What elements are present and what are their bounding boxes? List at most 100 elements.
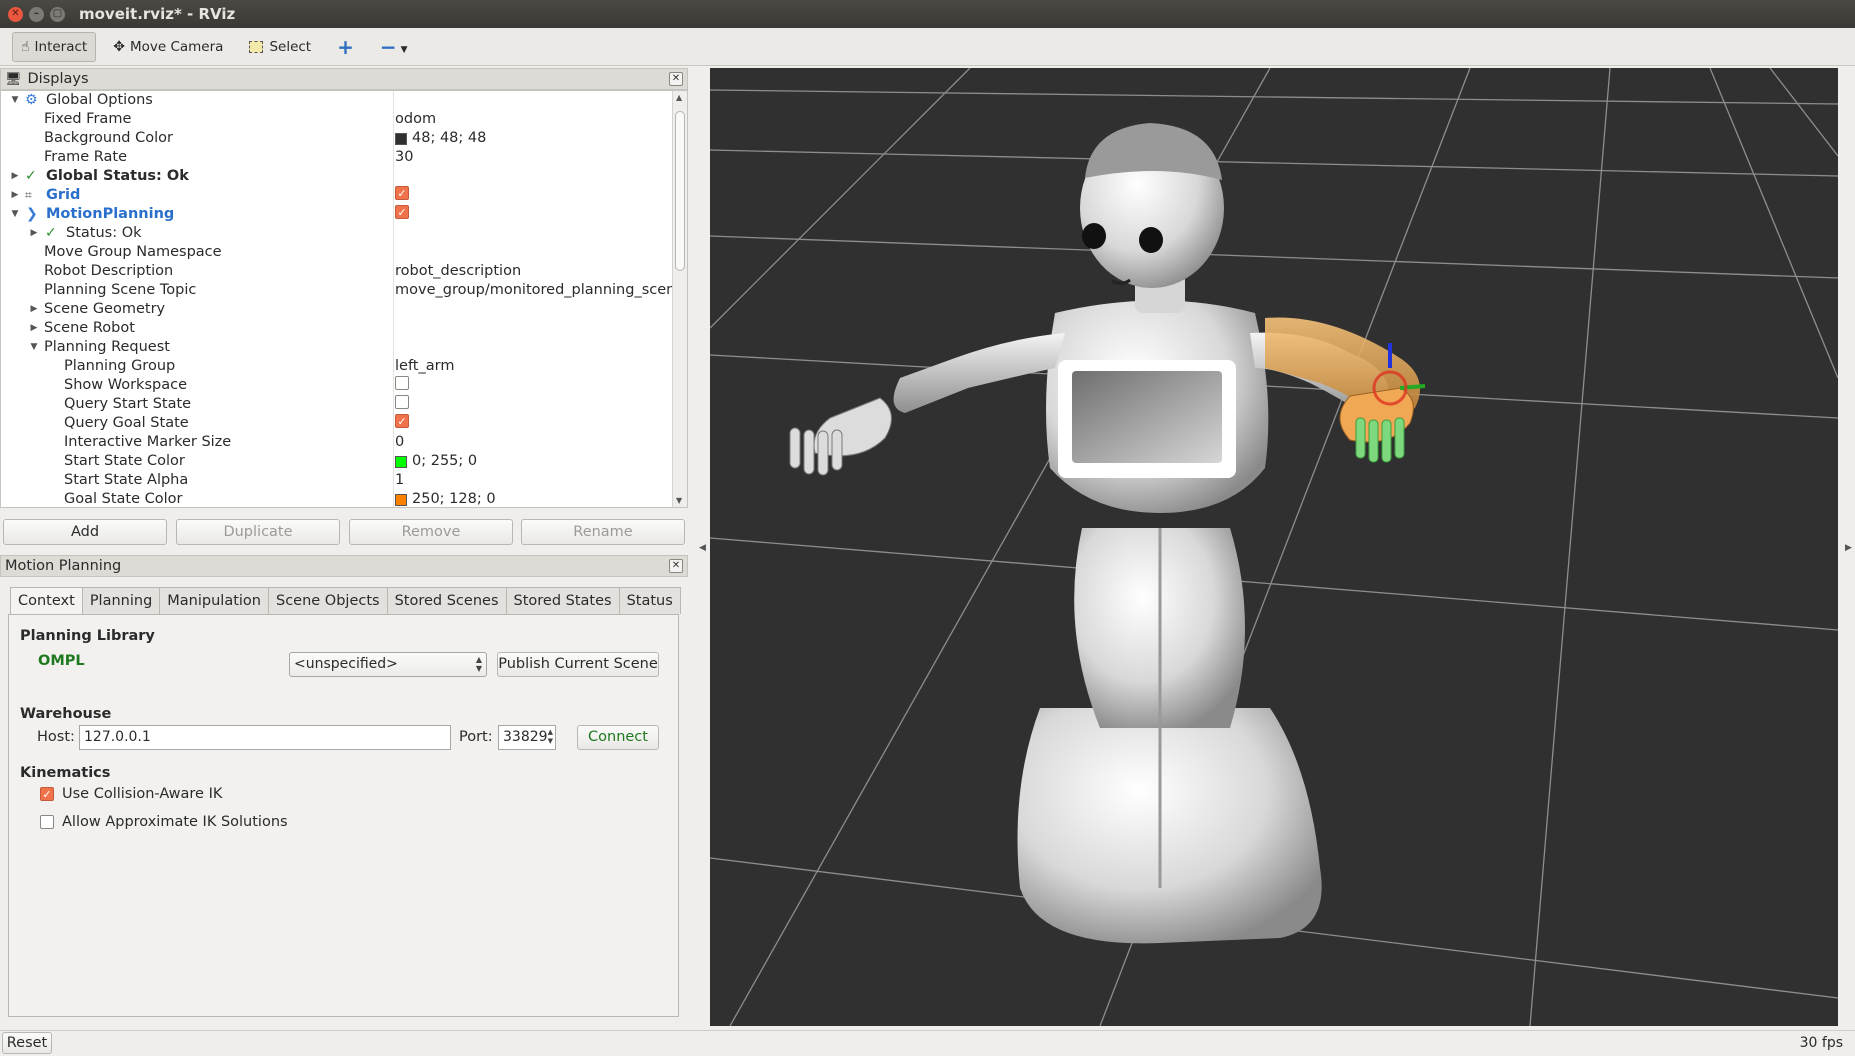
- tree-row[interactable]: ▼ ❯ MotionPlanning ✓: [1, 205, 687, 224]
- close-dock-icon[interactable]: ✕: [669, 72, 683, 86]
- tree-value[interactable]: 48; 48; 48: [395, 129, 486, 148]
- displays-tree[interactable]: ▼ ⚙ Global Options Fixed Frame odom Back…: [0, 90, 688, 508]
- tree-row[interactable]: Query Goal State ✓: [1, 414, 687, 433]
- tab-planning[interactable]: Planning: [81, 587, 161, 614]
- tree-row[interactable]: ▶ Scene Geometry: [1, 300, 687, 319]
- hand-pointer-icon: ☝: [21, 38, 30, 55]
- chevron-right-icon[interactable]: ▶: [28, 319, 40, 338]
- tree-value[interactable]: 250; 128; 0: [395, 490, 496, 507]
- duplicate-display-button[interactable]: Duplicate: [176, 519, 340, 545]
- tree-label: Query Start State: [64, 396, 192, 412]
- tree-row[interactable]: ▶ ✓ Global Status: Ok: [1, 167, 687, 186]
- tree-row[interactable]: Interactive Marker Size 0: [1, 433, 687, 452]
- tree-value[interactable]: left_arm: [395, 357, 454, 376]
- select-tool-button[interactable]: Select: [240, 32, 320, 62]
- query-goal-state-checkbox[interactable]: ✓: [395, 414, 409, 428]
- chevron-right-icon[interactable]: ▶: [28, 224, 40, 243]
- add-display-button[interactable]: Add: [3, 519, 167, 545]
- planner-select[interactable]: <unspecified> ▲ ▼: [289, 652, 487, 677]
- tree-row[interactable]: ▼ Planning Request: [1, 338, 687, 357]
- remove-display-button[interactable]: Remove: [349, 519, 513, 545]
- show-workspace-checkbox[interactable]: [395, 376, 409, 390]
- collision-aware-ik-option[interactable]: ✓ Use Collision-Aware IK: [40, 786, 222, 802]
- tree-row[interactable]: ▶ ✓ Status: Ok: [1, 224, 687, 243]
- move-camera-tool-button[interactable]: ✥ Move Camera: [104, 32, 232, 62]
- tab-status[interactable]: Status: [618, 587, 681, 614]
- checkbox-box: [395, 395, 409, 409]
- chevron-down-icon[interactable]: ▼: [9, 205, 21, 224]
- tablet-screen: [1072, 371, 1222, 463]
- close-window-icon[interactable]: ✕: [8, 6, 23, 22]
- tree-row[interactable]: Planning Scene Topic move_group/monitore…: [1, 281, 687, 300]
- tree-row[interactable]: ▶ Scene Robot: [1, 319, 687, 338]
- tab-manipulation[interactable]: Manipulation: [159, 587, 269, 614]
- scrollbar-thumb[interactable]: [675, 111, 685, 271]
- add-tool-button[interactable]: +: [328, 32, 363, 62]
- tree-row[interactable]: ▼ ⚙ Global Options: [1, 91, 687, 110]
- collapse-left-icon[interactable]: ◀: [699, 543, 706, 553]
- query-start-state-checkbox[interactable]: [395, 395, 409, 409]
- scroll-up-icon[interactable]: ▲: [676, 93, 682, 102]
- tree-row[interactable]: Start State Alpha 1: [1, 471, 687, 490]
- spin-arrows-icon[interactable]: ▲ ▼: [548, 728, 553, 746]
- tree-value[interactable]: 0: [395, 433, 404, 452]
- tree-value[interactable]: 30: [395, 148, 413, 167]
- select-label: Select: [269, 38, 312, 55]
- chevron-right-icon[interactable]: ▶: [9, 167, 21, 186]
- tree-row[interactable]: ▶ ⌗ Grid ✓: [1, 186, 687, 205]
- motionplanning-enabled-checkbox[interactable]: ✓: [395, 205, 409, 219]
- tree-label: Background Color: [44, 130, 173, 146]
- tree-row[interactable]: Frame Rate 30: [1, 148, 687, 167]
- rename-display-button[interactable]: Rename: [521, 519, 685, 545]
- tree-row[interactable]: Move Group Namespace: [1, 243, 687, 262]
- tree-value[interactable]: odom: [395, 110, 436, 129]
- moveit-icon: ❯: [26, 206, 38, 222]
- check-icon: ✓: [45, 225, 57, 241]
- color-swatch: [395, 493, 407, 506]
- motion-planning-tabs: Context Planning Manipulation Scene Obje…: [10, 587, 681, 615]
- chevron-down-icon[interactable]: ▼: [9, 91, 21, 110]
- 3d-render-view[interactable]: [710, 68, 1838, 1026]
- tab-stored-states[interactable]: Stored States: [505, 587, 620, 614]
- tab-scene-objects[interactable]: Scene Objects: [267, 587, 388, 614]
- tree-row[interactable]: Start State Color 0; 255; 0: [1, 452, 687, 471]
- collapse-right-icon[interactable]: ▶: [1845, 543, 1852, 553]
- grid-enabled-checkbox[interactable]: ✓: [395, 186, 409, 200]
- tree-label: Planning Request: [44, 339, 170, 355]
- collision-aware-ik-label: Use Collision-Aware IK: [62, 786, 223, 802]
- interact-tool-button[interactable]: ☝ Interact: [12, 31, 97, 62]
- port-input[interactable]: 33829 ▲ ▼: [498, 725, 556, 750]
- publish-current-scene-button[interactable]: Publish Current Scene: [497, 652, 659, 677]
- check-icon[interactable]: ✓: [40, 787, 54, 801]
- tree-row[interactable]: Show Workspace: [1, 376, 687, 395]
- connect-button[interactable]: Connect: [577, 725, 659, 750]
- minimize-window-icon[interactable]: –: [29, 6, 44, 22]
- tree-value[interactable]: 1: [395, 471, 404, 490]
- tree-value[interactable]: move_group/monitored_planning_scene: [395, 281, 684, 300]
- tree-row[interactable]: Robot Description robot_description: [1, 262, 687, 281]
- checkbox-box[interactable]: [40, 815, 54, 829]
- close-dock-icon[interactable]: ✕: [669, 559, 683, 573]
- host-input[interactable]: 127.0.0.1: [79, 725, 451, 750]
- scroll-down-icon[interactable]: ▼: [676, 496, 682, 505]
- tree-row[interactable]: Planning Group left_arm: [1, 357, 687, 376]
- tree-row[interactable]: Fixed Frame odom: [1, 110, 687, 129]
- tree-row[interactable]: Background Color 48; 48; 48: [1, 129, 687, 148]
- approx-ik-option[interactable]: Allow Approximate IK Solutions: [40, 814, 288, 830]
- displays-dock-title: 🖥 Displays ✕: [0, 68, 688, 90]
- tree-value[interactable]: 0; 255; 0: [395, 452, 477, 471]
- tree-value[interactable]: robot_description: [395, 262, 521, 281]
- reset-button[interactable]: Reset: [2, 1032, 52, 1054]
- planning-library-name: OMPL: [38, 653, 85, 669]
- remove-tool-button[interactable]: − ▼: [371, 32, 417, 62]
- tree-row[interactable]: Query Start State: [1, 395, 687, 414]
- chevron-down-icon[interactable]: ▼: [28, 338, 40, 357]
- chevron-right-icon[interactable]: ▶: [9, 186, 21, 205]
- maximize-window-icon[interactable]: ▢: [50, 6, 65, 22]
- displays-scrollbar[interactable]: ▲ ▼: [672, 91, 687, 507]
- chevron-right-icon[interactable]: ▶: [28, 300, 40, 319]
- displays-title: Displays: [27, 71, 89, 87]
- tree-row[interactable]: Goal State Color 250; 128; 0: [1, 490, 687, 507]
- tab-context[interactable]: Context: [10, 587, 83, 615]
- tab-stored-scenes[interactable]: Stored Scenes: [386, 587, 507, 614]
